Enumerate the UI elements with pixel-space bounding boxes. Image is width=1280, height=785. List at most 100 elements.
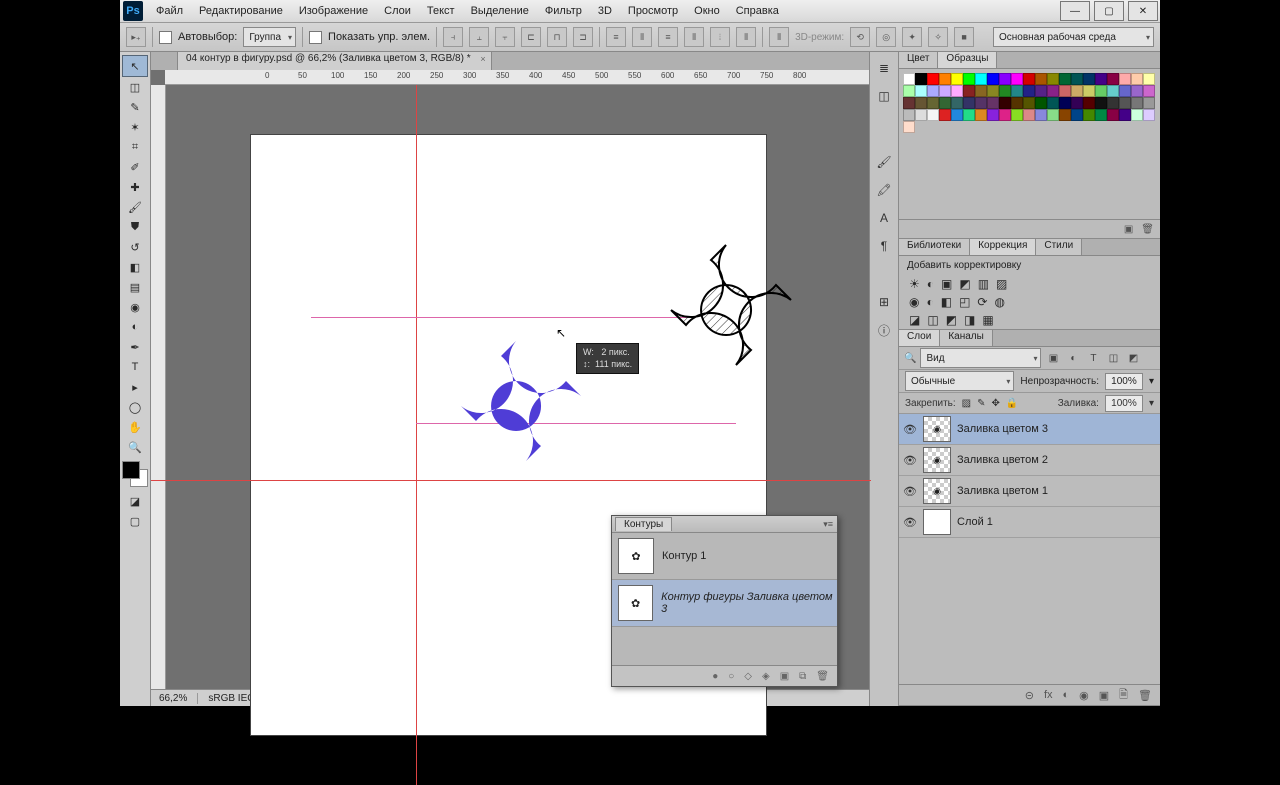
swatch[interactable] [1059, 85, 1071, 97]
swatch[interactable] [915, 85, 927, 97]
path-select-tool[interactable]: ▸ [123, 377, 147, 397]
paragraph-icon[interactable]: ¶ [874, 236, 894, 256]
channels-tab[interactable]: Каналы [940, 330, 993, 346]
swatch[interactable] [915, 73, 927, 85]
align-icon[interactable]: ⫞ [443, 27, 463, 47]
workspace-dropdown[interactable]: Основная рабочая среда [993, 27, 1154, 47]
swatch[interactable] [939, 85, 951, 97]
group-icon[interactable]: ▣ [1099, 689, 1109, 702]
ruler-horizontal[interactable]: 0501001502002503003504004505005506006507… [165, 70, 869, 85]
3d-icon[interactable]: ⟲ [850, 27, 870, 47]
filter-shape-icon[interactable]: ◫ [1105, 350, 1121, 366]
vibrance-icon[interactable]: ▥ [978, 277, 989, 291]
brush-panel-icon[interactable]: 🖌 [874, 152, 894, 172]
menu-file[interactable]: Файл [149, 2, 190, 20]
swatch[interactable] [903, 73, 915, 85]
swatch[interactable] [1047, 109, 1059, 121]
adj-icon[interactable]: ◰ [959, 295, 970, 309]
curves-icon[interactable]: ▣ [941, 277, 952, 291]
swatch[interactable] [903, 109, 915, 121]
swatch[interactable] [1011, 97, 1023, 109]
swatch[interactable] [1131, 97, 1143, 109]
filter-pixels-icon[interactable]: ▣ [1045, 350, 1061, 366]
adj-icon[interactable]: ◨ [964, 313, 975, 327]
align-icon[interactable]: ⫠ [469, 27, 489, 47]
menu-window[interactable]: Окно [687, 2, 727, 20]
mask-icon[interactable]: ▣ [780, 671, 789, 682]
swatch[interactable] [1011, 109, 1023, 121]
swatch[interactable] [987, 85, 999, 97]
swatch[interactable] [915, 109, 927, 121]
nav-icon[interactable]: ⊞ [874, 292, 894, 312]
swatches-tab[interactable]: Образцы [938, 52, 997, 68]
autoselect-dropdown[interactable]: Группа [243, 27, 296, 47]
swatch[interactable] [1119, 73, 1131, 85]
distribute-icon[interactable]: ⦀ [736, 27, 756, 47]
adj-icon[interactable]: ◫ [927, 313, 938, 327]
filter-type-icon[interactable]: T [1085, 350, 1101, 366]
swatch[interactable] [951, 109, 963, 121]
swatch[interactable] [1083, 109, 1095, 121]
swatch[interactable] [1095, 109, 1107, 121]
swatch[interactable] [903, 97, 915, 109]
distribute-icon[interactable]: ⦙ [710, 27, 730, 47]
swatch[interactable] [939, 109, 951, 121]
swatch[interactable] [1059, 73, 1071, 85]
lasso-tool[interactable]: ✎ [123, 97, 147, 117]
swatch[interactable] [1071, 73, 1083, 85]
distribute-icon[interactable]: ≡ [606, 27, 626, 47]
distribute-icon[interactable]: ⦀ [632, 27, 652, 47]
swatch[interactable] [1071, 97, 1083, 109]
swatch[interactable] [1107, 73, 1119, 85]
layer-name[interactable]: Заливка цветом 1 [957, 485, 1048, 497]
screenmode-tool[interactable]: ▢ [123, 511, 147, 531]
swatch[interactable] [1095, 85, 1107, 97]
properties-icon[interactable]: ◫ [874, 86, 894, 106]
swatch[interactable] [1047, 73, 1059, 85]
color-tab[interactable]: Цвет [899, 52, 938, 68]
brush-tool[interactable]: 🖌 [123, 197, 147, 217]
type-tool[interactable]: T [123, 357, 147, 377]
swatch[interactable] [975, 73, 987, 85]
adj-icon[interactable]: ◐ [926, 295, 933, 309]
show-controls-checkbox[interactable] [309, 31, 322, 44]
opacity-input[interactable]: 100% [1105, 373, 1143, 390]
menu-text[interactable]: Текст [420, 2, 462, 20]
swatch[interactable] [903, 121, 915, 133]
character-icon[interactable]: A [874, 208, 894, 228]
align-icon[interactable]: ⫟ [495, 27, 515, 47]
swatch[interactable] [951, 85, 963, 97]
lock-all-icon[interactable]: 🔒 [1006, 398, 1018, 409]
doc-tab[interactable]: 04 контур в фигуру.psd @ 66,2% (Заливка … [177, 51, 492, 70]
swatch[interactable] [939, 73, 951, 85]
styles-tab[interactable]: Стили [1036, 239, 1082, 255]
3d-icon[interactable]: ✦ [902, 27, 922, 47]
canvas-wrap[interactable]: ↖ W: 2 пикс. ↕: 111 пикс. Контуры ▾≡ ✿ К… [151, 85, 869, 689]
3d-icon[interactable]: ■ [954, 27, 974, 47]
fill-input[interactable]: 100% [1105, 395, 1143, 412]
swatch[interactable] [1119, 109, 1131, 121]
swatch[interactable] [1035, 85, 1047, 97]
swatch[interactable] [1083, 73, 1095, 85]
adj-icon[interactable]: ◉ [909, 295, 919, 309]
eraser-tool[interactable]: ◧ [123, 257, 147, 277]
swatch[interactable] [927, 73, 939, 85]
distribute-icon[interactable]: ≡ [658, 27, 678, 47]
lock-transparency-icon[interactable]: ▨ [962, 398, 971, 409]
new-path-icon[interactable]: ⧉ [799, 671, 806, 682]
swatch-grid[interactable] [899, 69, 1160, 139]
hand-tool[interactable]: ✋ [123, 417, 147, 437]
swatch[interactable] [999, 97, 1011, 109]
path-row[interactable]: ✿ Контур фигуры Заливка цветом 3 [612, 580, 837, 627]
swatch[interactable] [1095, 73, 1107, 85]
history-brush-tool[interactable]: ↺ [123, 237, 147, 257]
color-swatch[interactable] [122, 461, 148, 487]
swatch[interactable] [999, 85, 1011, 97]
swatch[interactable] [1059, 97, 1071, 109]
swatch[interactable] [1107, 109, 1119, 121]
adj-icon[interactable]: ◧ [941, 295, 952, 309]
swatch[interactable] [975, 109, 987, 121]
fill-path-icon[interactable]: ● [712, 671, 718, 682]
menu-layers[interactable]: Слои [377, 2, 418, 20]
heal-tool[interactable]: ✚ [123, 177, 147, 197]
